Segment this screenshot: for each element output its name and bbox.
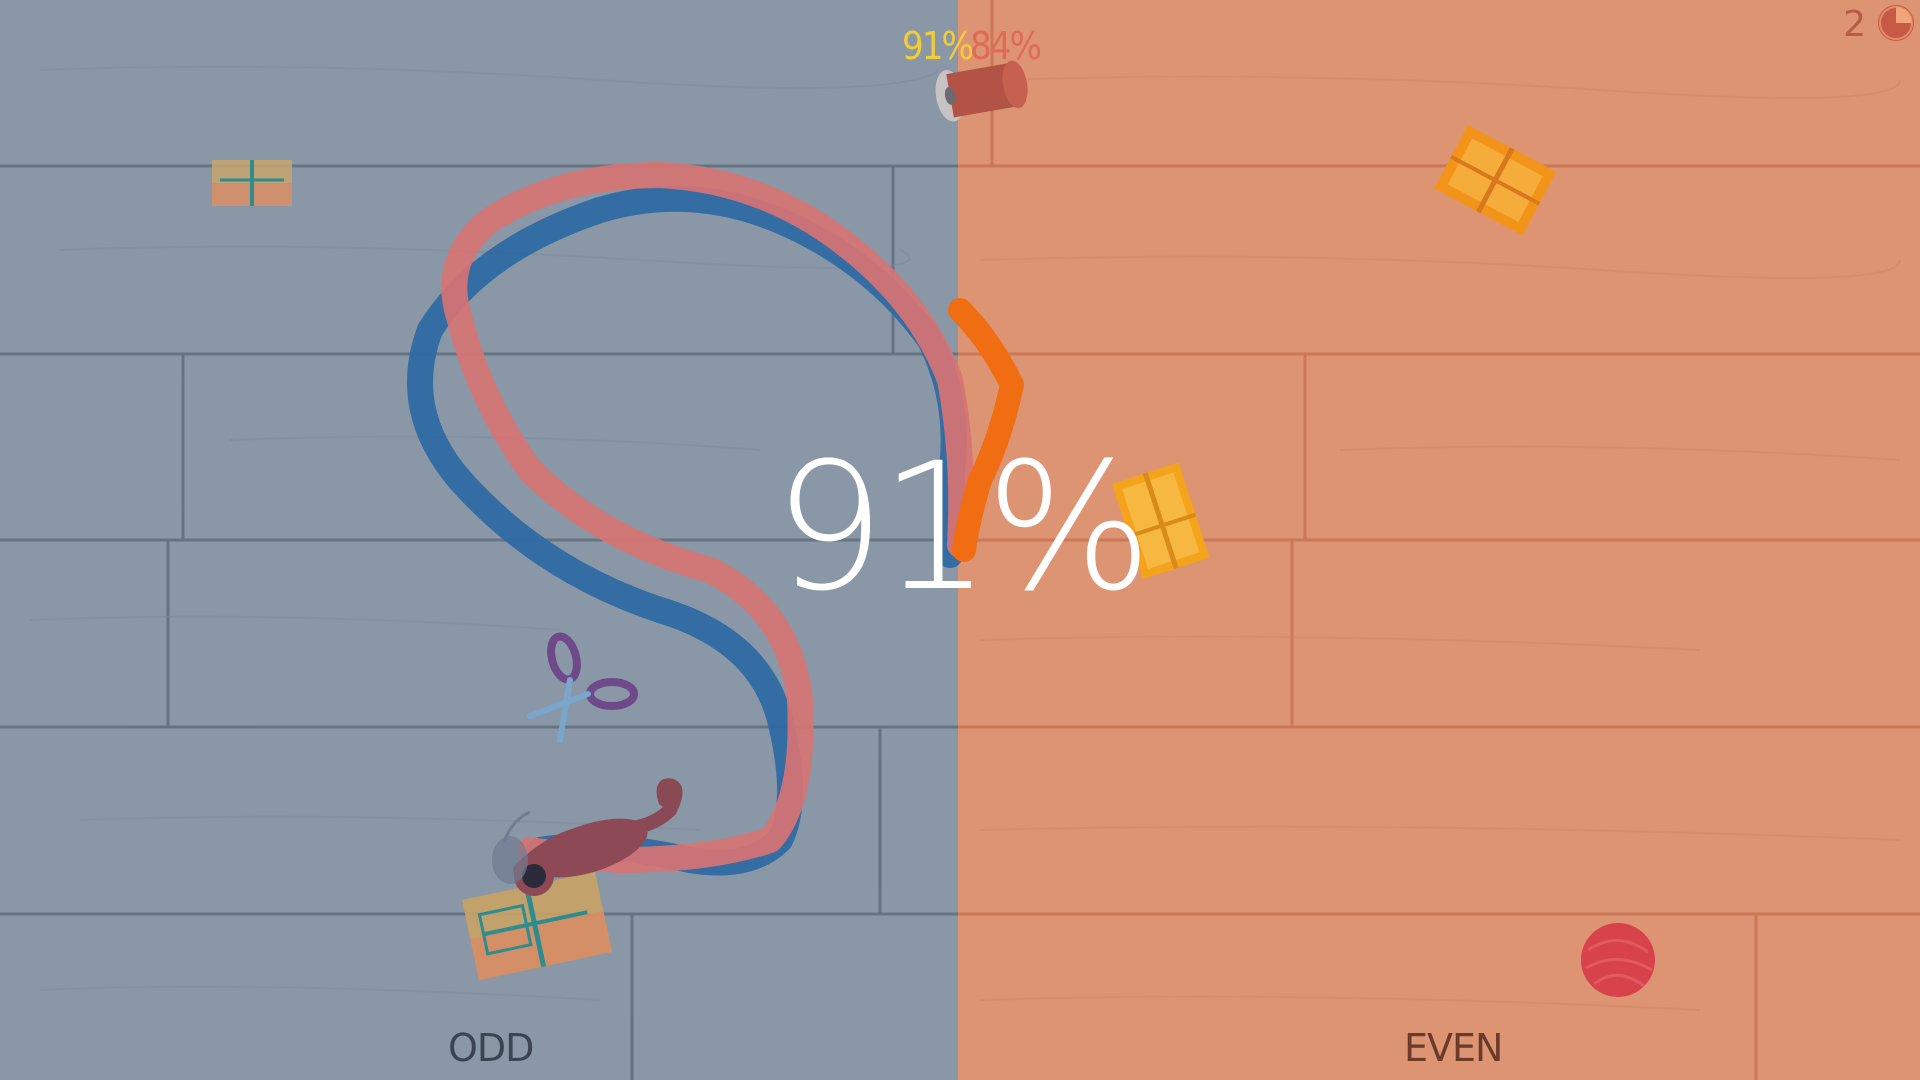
gift-box-icon <box>1434 125 1557 236</box>
yarn-ball-icon <box>1581 923 1655 997</box>
game-board[interactable]: 91% 84% 2 91% ODD EVEN <box>0 0 1920 1080</box>
pie-timer-icon <box>1878 5 1914 41</box>
even-label: EVEN <box>1404 1026 1503 1070</box>
odd-label: ODD <box>448 1026 534 1070</box>
scissors-icon <box>527 632 638 743</box>
even-score: 84% <box>970 24 1042 68</box>
gift-box-icon <box>212 160 292 206</box>
odd-score: 91% <box>902 24 974 68</box>
round-counter: 2 <box>1843 4 1866 45</box>
result-percent: 91% <box>773 425 1152 630</box>
